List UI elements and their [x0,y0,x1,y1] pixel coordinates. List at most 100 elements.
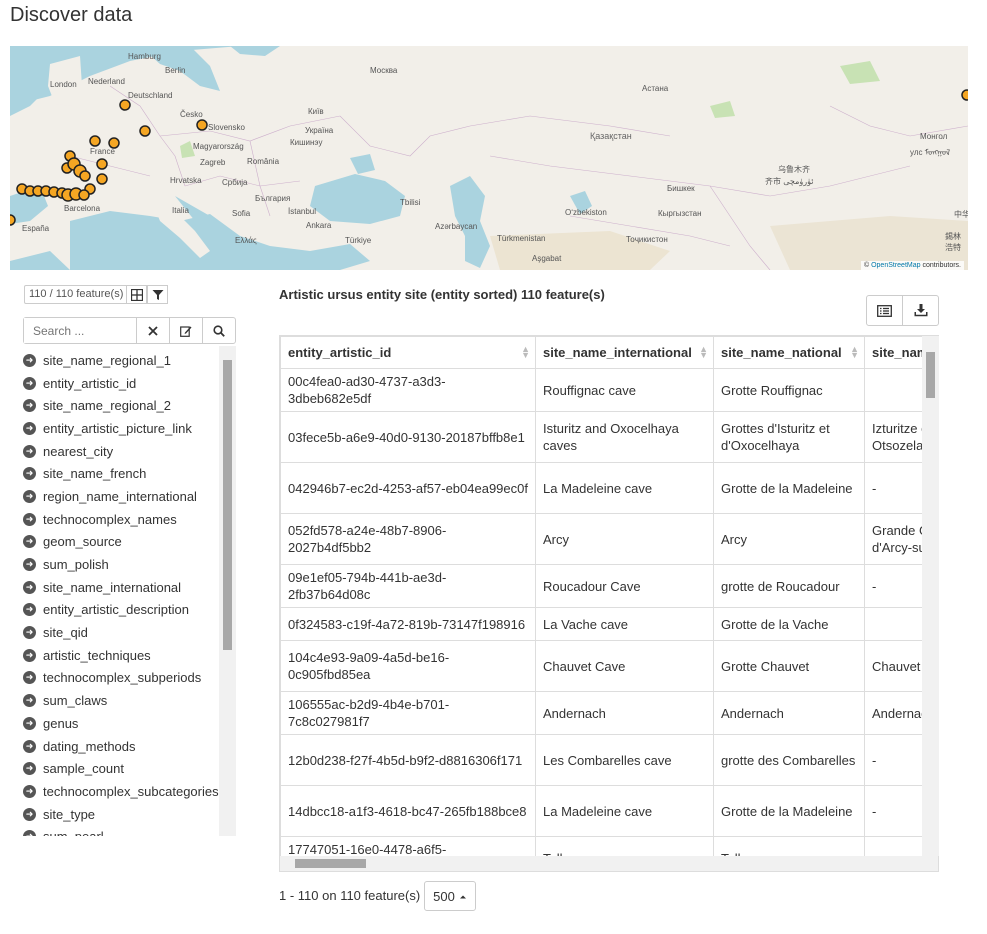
field-item[interactable]: ➜ region_name_international [23,485,236,508]
close-icon [148,325,158,336]
field-item[interactable]: ➜ entity_artistic_description [23,599,236,622]
arrow-right-icon: ➜ [23,784,36,798]
field-item[interactable]: ➜ site_qid [23,621,236,644]
arrow-right-icon: ➜ [23,489,36,503]
field-item[interactable]: ➜ geom_source [23,531,236,554]
map-label: Nederland [88,77,125,86]
map-label: Hrvatska [170,176,202,185]
field-item[interactable]: ➜ artistic_techniques [23,644,236,667]
table-row[interactable]: 12b0d238-f27f-4b5d-b9f2-d8816306f171 Les … [280,734,938,786]
map-label: Астана [642,84,669,93]
field-item[interactable]: ➜ dating_methods [23,735,236,758]
table-cell: 03fece5b-a6e9-40d0-9130-20187bffb8e1 [280,411,536,463]
map-label: 浩特 [945,243,961,252]
table-vertical-scrollbar[interactable] [922,336,939,856]
clear-search-button[interactable] [136,318,169,343]
arrow-right-icon: ➜ [23,535,36,549]
table-cell: grotte de Roucadour [713,564,865,608]
map-label: 錫林 [945,232,961,241]
field-item[interactable]: ➜ technocomplex_subcategories [23,780,236,803]
sort-icon[interactable]: ▲ ▼ [850,345,859,360]
table-cell: 14dbcc18-a1f3-4618-bc47-265fb188bce8 [280,785,536,837]
field-item[interactable]: ➜ site_name_regional_2 [23,394,236,417]
field-item[interactable]: ➜ site_name_international [23,576,236,599]
edit-icon [180,325,192,337]
field-label: technocomplex_subperiods [43,670,202,686]
table-row[interactable]: 03fece5b-a6e9-40d0-9130-20187bffb8e1 Istu… [280,411,938,463]
table-horizontal-scrollbar[interactable] [280,856,938,871]
map-label: London [50,80,77,89]
table-cell: Grotte de la Vache [713,607,865,641]
field-item[interactable]: ➜ site_name_regional_1 [23,349,236,372]
table-body: 00c4fea0-ad30-4737-a3d3-3dbeb682e5df Rouf… [280,368,938,871]
table-title: Artistic ursus entity site (entity sorte… [279,287,605,302]
scrollbar-thumb[interactable] [223,360,232,650]
column-header-label: entity_artistic_id [288,345,392,360]
field-search-input[interactable] [24,318,136,343]
table-cell: Les Combarelles cave [535,734,714,786]
field-item[interactable]: ➜ site_type [23,803,236,826]
field-item[interactable]: ➜ genus [23,712,236,735]
field-item[interactable]: ➜ site_name_french [23,462,236,485]
map-label: Україна [305,126,334,135]
arrow-right-icon: ➜ [23,467,36,481]
field-list: ➜ site_name_regional_1 ➜ entity_artistic_id… [23,349,236,836]
arrow-right-icon: ➜ [23,671,36,685]
table-row[interactable]: 104c4e93-9a09-4a5d-be16-0c905fbd85ea Chau… [280,640,938,692]
table-row[interactable]: 042946b7-ec2d-4253-af57-eb04ea99ec0f La M… [280,462,938,514]
field-label: site_qid [43,625,88,641]
field-item[interactable]: ➜ sum_pearl [23,825,236,836]
table-cell: Roucadour Cave [535,564,714,608]
table-row[interactable]: 14dbcc18-a1f3-4618-bc47-265fb188bce8 La M… [280,785,938,837]
table-cell: 042946b7-ec2d-4253-af57-eb04ea99ec0f [280,462,536,514]
scrollbar-thumb[interactable] [926,352,935,398]
field-item[interactable]: ➜ nearest_city [23,440,236,463]
table-cell: 00c4fea0-ad30-4737-a3d3-3dbeb682e5df [280,368,536,412]
search-icon [213,324,225,337]
map-attribution: © OpenStreetMap contributors. [860,261,964,270]
table-row[interactable]: 052fd578-a24e-48b7-8906-2027b4df5bb2 Arcy… [280,513,938,565]
map[interactable]: Hamburg Berlin London Nederland Deutschl… [10,46,968,270]
field-item[interactable]: ➜ entity_artistic_id [23,372,236,395]
caret-up-icon [459,895,466,898]
field-item[interactable]: ➜ entity_artistic_picture_link [23,417,236,440]
scrollbar-thumb[interactable] [295,859,366,868]
download-button[interactable] [902,296,938,325]
field-list-scrollbar[interactable] [219,346,236,836]
table-cell: Isturitz and Oxocelhaya caves [535,411,714,463]
search-button[interactable] [202,318,235,343]
filter-button[interactable] [147,285,168,304]
map-label: Србија [222,178,248,187]
field-item[interactable]: ➜ sum_claws [23,689,236,712]
column-header-label: site_name_international [543,345,692,360]
sort-icon[interactable]: ▲ ▼ [521,345,530,360]
grid-icon [130,288,143,301]
table-row[interactable]: 106555ac-b2d9-4b4e-b701-7c8c027981f7 Ande… [280,691,938,735]
map-label: Deutschland [128,91,173,100]
table-cell: Chauvet Cave [535,640,714,692]
list-view-button[interactable] [867,296,902,325]
field-item[interactable]: ➜ sum_polish [23,553,236,576]
table-cell: 12b0d238-f27f-4b5d-b9f2-d8816306f171 [280,734,536,786]
field-label: sum_pearl [43,829,104,836]
page-size-dropdown[interactable]: 500 [424,881,476,911]
attribution-prefix: © [863,262,870,269]
grid-view-button[interactable] [126,285,147,304]
map-label: Кыргызстан [658,209,702,218]
column-header[interactable]: site_name_international ▲ ▼ [535,336,714,369]
edit-button[interactable] [169,318,202,343]
table-row[interactable]: 09e1ef05-794b-441b-ae3d-2fb37b64d08c Rouc… [280,564,938,608]
field-item[interactable]: ➜ technocomplex_subperiods [23,667,236,690]
column-header[interactable]: entity_artistic_id ▲ ▼ [280,336,536,369]
table-cell: Grotte de la Madeleine [713,785,865,837]
column-header[interactable]: site_name_national ▲ ▼ [713,336,865,369]
openstreetmap-link[interactable]: OpenStreetMap [871,262,920,269]
table-cell: Grotte Chauvet [713,640,865,692]
field-item[interactable]: ➜ sample_count [23,757,236,780]
sort-icon[interactable]: ▲ ▼ [699,345,708,360]
table-row[interactable]: 0f324583-c19f-4a72-819b-73147f198916 La V… [280,607,938,641]
table-cell: Grotte de la Madeleine [713,462,865,514]
field-label: genus [43,715,79,731]
table-row[interactable]: 00c4fea0-ad30-4737-a3d3-3dbeb682e5df Rouf… [280,368,938,412]
field-item[interactable]: ➜ technocomplex_names [23,508,236,531]
